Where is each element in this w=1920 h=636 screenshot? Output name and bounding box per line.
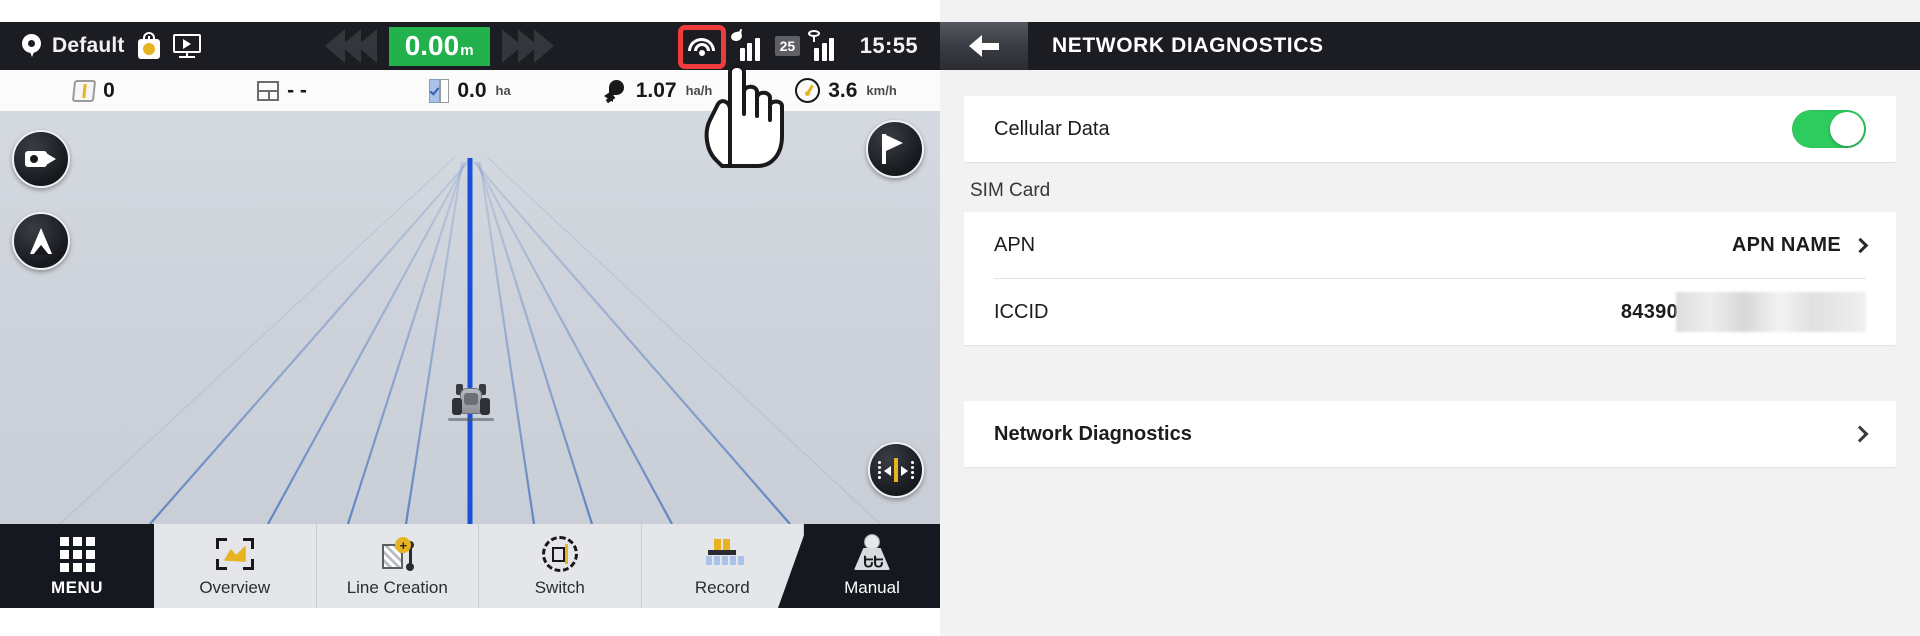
iccid-label: ICCID xyxy=(994,300,1049,323)
cellular-signal-icon[interactable] xyxy=(808,30,842,61)
lightbar-button[interactable] xyxy=(868,442,924,498)
nav-item-record[interactable]: Record xyxy=(642,524,804,608)
navigation-arrow-icon xyxy=(30,228,52,255)
grid-layout-icon xyxy=(257,80,280,101)
info-cell-coverage[interactable]: 0.0 ha xyxy=(376,78,564,103)
iccid-value: 84390 xyxy=(1620,300,1678,323)
flag-marker-button[interactable] xyxy=(866,120,924,178)
clock-time: 15:55 xyxy=(859,33,918,58)
gps-satellite-count: 25 xyxy=(774,36,801,56)
nav-label-record: Record xyxy=(694,578,750,597)
nav-label-overview: Overview xyxy=(199,578,271,597)
terminal-status-bar: Default 0.00 m 25 15:55 xyxy=(0,22,940,70)
back-button[interactable] xyxy=(940,22,1028,70)
location-pin-icon xyxy=(22,34,41,58)
terminal-bottom-nav: MENU Overview + Line Creation Switch Rec… xyxy=(0,524,940,608)
network-diagnostics-row[interactable]: Network Diagnostics xyxy=(964,401,1896,467)
apn-row[interactable]: APN APN NAME xyxy=(964,212,1896,278)
camera-view-button[interactable] xyxy=(12,130,70,188)
info-unit-speed: km/h xyxy=(866,83,897,98)
chevron-right-icon xyxy=(1851,425,1869,443)
iccid-redacted-blur xyxy=(1676,292,1866,332)
cellular-data-label: Cellular Data xyxy=(994,117,1110,140)
info-cell-grid[interactable]: - - xyxy=(188,79,376,103)
apn-value: APN NAME xyxy=(1731,233,1841,256)
info-value-grid: - - xyxy=(287,78,307,102)
camera-icon xyxy=(25,149,57,169)
offset-left-arrows xyxy=(324,29,377,63)
nav-item-overview[interactable]: Overview xyxy=(154,524,317,608)
speedometer-icon xyxy=(795,78,821,103)
offset-value-box: 0.00 m xyxy=(388,26,490,66)
info-unit-coverage: ha xyxy=(495,83,511,98)
chevron-right-icon xyxy=(1852,237,1869,253)
network-diagnostics-card: Network Diagnostics xyxy=(964,401,1896,467)
cellular-data-card: Cellular Data xyxy=(964,96,1896,162)
network-diagnostics-panel: NETWORK DIAGNOSTICS Cellular Data SIM Ca… xyxy=(940,0,1920,636)
tractor-icon xyxy=(448,384,494,428)
grid-menu-icon xyxy=(59,534,95,574)
guidance-terminal-panel: Default 0.00 m 25 15:55 0 - - 0.0 ha 1.0… xyxy=(0,0,940,636)
rocket-productivity-icon xyxy=(603,79,628,103)
overview-chart-icon xyxy=(215,534,254,574)
back-arrow-icon xyxy=(969,35,999,57)
nav-item-switch[interactable]: Switch xyxy=(479,524,642,608)
flag-icon xyxy=(882,134,908,164)
screenshot-root: Default 0.00 m 25 15:55 0 - - 0.0 ha 1.0… xyxy=(0,0,1920,636)
guidance-3d-view[interactable] xyxy=(0,112,940,524)
field-boundary-icon xyxy=(72,79,97,102)
status-bar-left-group: Default xyxy=(0,32,201,60)
nav-label-switch: Switch xyxy=(534,578,585,597)
profile-name[interactable]: Default xyxy=(52,34,125,58)
gps-satellite-signal-icon[interactable]: 25 xyxy=(729,28,801,61)
sim-card-card: APN APN NAME ICCID 84390 xyxy=(964,212,1896,345)
nav-label-line-creation: Line Creation xyxy=(346,578,448,597)
nav-item-manual[interactable]: ԵԵ Manual xyxy=(804,524,940,608)
nav-label-manual: Manual xyxy=(844,578,900,597)
guidance-lines xyxy=(59,156,881,524)
hand-pointer-cursor xyxy=(704,64,784,168)
settings-body: Cellular Data SIM Card APN APN NAME ICCI… xyxy=(940,70,1920,636)
cellular-data-toggle[interactable] xyxy=(1792,110,1866,148)
offset-value: 0.00 xyxy=(404,29,460,61)
offset-unit: m xyxy=(460,41,474,59)
offset-right-arrows xyxy=(501,29,554,63)
page-title: NETWORK DIAGNOSTICS xyxy=(1052,34,1324,57)
implement-icon[interactable] xyxy=(136,32,162,60)
sim-card-section-label: SIM Card xyxy=(970,180,1051,201)
apn-label: APN xyxy=(994,233,1036,256)
nav-item-menu[interactable]: MENU xyxy=(0,524,154,608)
lightbar-icon xyxy=(878,458,914,482)
record-implement-icon xyxy=(702,534,745,574)
coverage-check-icon xyxy=(429,78,450,103)
nav-item-line-creation[interactable]: + Line Creation xyxy=(317,524,479,608)
switch-rotate-icon xyxy=(541,534,578,574)
info-cell-field[interactable]: 0 xyxy=(0,79,188,103)
offset-indicator-group: 0.00 m xyxy=(201,26,678,66)
info-value-field: 0 xyxy=(103,78,115,102)
manual-gear-shift-icon: ԵԵ xyxy=(852,534,892,574)
wifi-icon xyxy=(688,36,716,56)
terminal-info-row: 0 - - 0.0 ha 1.07 ha/h 3.6 km/h xyxy=(0,70,940,112)
iccid-row[interactable]: ICCID 84390 xyxy=(964,279,1896,345)
info-value-productivity: 1.07 xyxy=(635,78,677,102)
info-value-speed: 3.6 xyxy=(828,78,858,102)
settings-header: NETWORK DIAGNOSTICS xyxy=(940,22,1920,70)
nav-label-menu: MENU xyxy=(50,578,104,597)
network-diagnostics-label: Network Diagnostics xyxy=(994,422,1192,445)
line-creation-icon: + xyxy=(378,534,416,574)
north-orientation-button[interactable] xyxy=(12,212,70,270)
info-value-coverage: 0.0 xyxy=(457,78,487,102)
cellular-data-row[interactable]: Cellular Data xyxy=(964,96,1896,162)
display-screen-icon[interactable] xyxy=(172,34,201,58)
